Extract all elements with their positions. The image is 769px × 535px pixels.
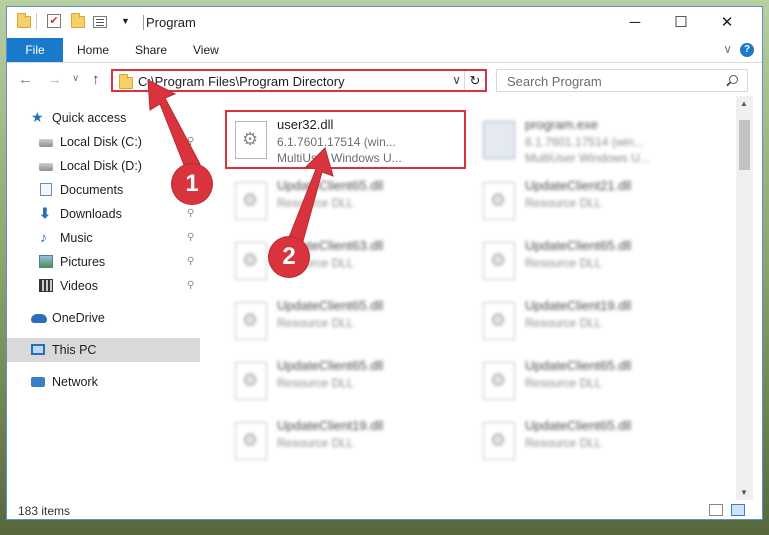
annotation-arrows — [147, 79, 334, 253]
arrow-to-file — [285, 147, 334, 253]
arrow-to-address-bar — [147, 79, 201, 171]
step-1-badge: 1 — [172, 164, 212, 204]
step-2-badge: 2 — [269, 237, 309, 277]
